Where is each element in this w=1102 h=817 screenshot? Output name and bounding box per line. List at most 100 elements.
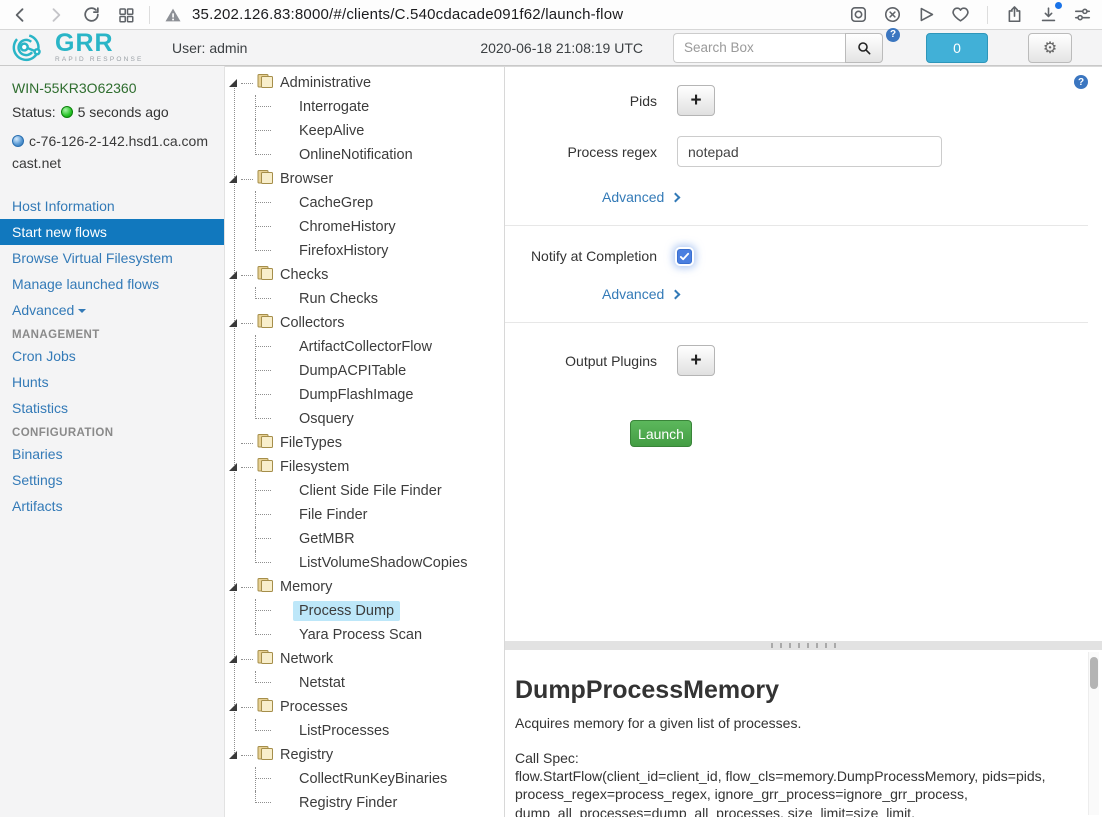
tree-node-collectors[interactable]: Collectors xyxy=(225,311,504,335)
site-warning-icon[interactable] xyxy=(164,6,182,24)
tree-node-client-side-file-finder[interactable]: Client Side File Finder xyxy=(225,479,504,503)
sidebar-item-manage-launched-flows[interactable]: Manage launched flows xyxy=(0,271,224,297)
tree-leaf-label: File Finder xyxy=(299,507,368,523)
sidebar-item-start-new-flows[interactable]: Start new flows xyxy=(0,218,224,245)
sidebar-item-browse-virtual-filesystem[interactable]: Browse Virtual Filesystem xyxy=(0,245,224,271)
tree-node-filetypes[interactable]: FileTypes xyxy=(225,431,504,455)
sidebar-item-binaries[interactable]: Binaries xyxy=(0,441,224,467)
search-input[interactable] xyxy=(673,32,845,63)
tree-connector xyxy=(241,754,253,756)
tree-node-collectrunkeybinaries[interactable]: CollectRunKeyBinaries xyxy=(225,767,504,791)
tree-leaf-label: Registry Finder xyxy=(299,795,398,811)
tree-node-keepalive[interactable]: KeepAlive xyxy=(225,119,504,143)
tree-node-process-dump[interactable]: Process Dump xyxy=(225,599,504,623)
doc-scrollbar-thumb[interactable] xyxy=(1090,657,1098,689)
sidebar-item-settings[interactable]: Settings xyxy=(0,467,224,493)
tree-node-interrogate[interactable]: Interrogate xyxy=(225,95,504,119)
tree-node-dumpacpitable[interactable]: DumpACPITable xyxy=(225,359,504,383)
sidebar-item-statistics[interactable]: Statistics xyxy=(0,395,224,421)
process-regex-input[interactable] xyxy=(677,136,942,167)
sidebar-item-advanced[interactable]: Advanced xyxy=(0,297,224,323)
tree-connector xyxy=(255,407,275,431)
forward-icon[interactable] xyxy=(46,5,66,25)
tree-node-listprocesses[interactable]: ListProcesses xyxy=(225,719,504,743)
search-button[interactable] xyxy=(845,32,883,63)
folder-icon xyxy=(257,73,274,93)
add-pid-button[interactable]: + xyxy=(677,85,715,116)
tree-node-cachegrep[interactable]: CacheGrep xyxy=(225,191,504,215)
pids-label: Pids xyxy=(629,92,657,109)
sidebar-item-artifacts[interactable]: Artifacts xyxy=(0,493,224,519)
tree-expander-icon[interactable] xyxy=(229,175,237,183)
tree-node-artifactcollectorflow[interactable]: ArtifactCollectorFlow xyxy=(225,335,504,359)
tree-expander-icon[interactable] xyxy=(229,703,237,711)
tree-node-firefoxhistory[interactable]: FirefoxHistory xyxy=(225,239,504,263)
tree-node-listvolumeshadowcopies[interactable]: ListVolumeShadowCopies xyxy=(225,551,504,575)
client-name[interactable]: WIN-55KR3O62360 xyxy=(12,80,212,96)
screenshot-icon[interactable] xyxy=(849,5,868,24)
advanced-toggle-2[interactable]: Advanced xyxy=(602,286,712,302)
block-icon[interactable] xyxy=(883,5,902,24)
advanced-toggle[interactable]: Advanced xyxy=(602,189,712,205)
settings-gear-button[interactable]: ⚙ xyxy=(1028,32,1072,63)
downloads-icon[interactable] xyxy=(1039,2,1062,24)
search-help-icon[interactable]: ? xyxy=(886,27,900,42)
launch-button[interactable]: Launch xyxy=(630,420,692,447)
tab-grid-icon[interactable] xyxy=(117,6,135,24)
tree-expander-icon[interactable] xyxy=(229,271,237,279)
tune-icon[interactable] xyxy=(1073,5,1092,24)
tree-folder-label: Memory xyxy=(280,579,333,595)
tree-node-browser[interactable]: Browser xyxy=(225,167,504,191)
tree-node-yara-process-scan[interactable]: Yara Process Scan xyxy=(225,623,504,647)
tree-leaf-label: Process Dump xyxy=(293,601,401,621)
doc-scrollbar[interactable] xyxy=(1088,652,1099,815)
tree-node-chromehistory[interactable]: ChromeHistory xyxy=(225,215,504,239)
grr-logo[interactable]: GRR RAPID RESPONSE xyxy=(10,31,172,64)
tree-expander-icon[interactable] xyxy=(229,583,237,591)
form-help-icon[interactable]: ? xyxy=(1074,75,1088,89)
tree-expander-icon[interactable] xyxy=(229,751,237,759)
tree-node-registry[interactable]: Registry xyxy=(225,743,504,767)
notifications-button[interactable]: 0 xyxy=(926,32,988,63)
tree-node-memory[interactable]: Memory xyxy=(225,575,504,599)
tree-node-onlinenotification[interactable]: OnlineNotification xyxy=(225,143,504,167)
tree-expander-icon[interactable] xyxy=(229,319,237,327)
tree-node-run-checks[interactable]: Run Checks xyxy=(225,287,504,311)
folder-icon xyxy=(257,697,274,717)
sidebar-item-cron-jobs[interactable]: Cron Jobs xyxy=(0,343,224,369)
tree-node-netstat[interactable]: Netstat xyxy=(225,671,504,695)
tree-node-administrative[interactable]: Administrative xyxy=(225,71,504,95)
tree-expander-icon[interactable] xyxy=(229,655,237,663)
sidebar-item-hunts[interactable]: Hunts xyxy=(0,369,224,395)
tree-node-network[interactable]: Network xyxy=(225,647,504,671)
tree-expander-icon[interactable] xyxy=(229,463,237,471)
panel-splitter-handle[interactable] xyxy=(505,641,1102,650)
tree-connector xyxy=(255,95,275,119)
notify-checkbox[interactable] xyxy=(677,248,692,264)
sidebar-item-host-information[interactable]: Host Information xyxy=(0,193,224,219)
tree-node-registry-finder[interactable]: Registry Finder xyxy=(225,791,504,815)
favorite-icon[interactable] xyxy=(951,5,970,24)
tree-node-checks[interactable]: Checks xyxy=(225,263,504,287)
tree-expander-icon[interactable] xyxy=(229,79,237,87)
reload-icon[interactable] xyxy=(82,5,101,24)
flow-tree: Administrative Interrogate KeepAlive Online… xyxy=(225,66,505,817)
download-badge xyxy=(1055,2,1062,9)
globe-icon xyxy=(12,135,24,147)
add-output-plugin-button[interactable]: + xyxy=(677,345,715,376)
tree-folder-label: Registry xyxy=(280,747,334,763)
tree-leaf-label: Netstat xyxy=(299,675,345,691)
tree-node-filesystem[interactable]: Filesystem xyxy=(225,455,504,479)
share-icon[interactable] xyxy=(1005,5,1024,24)
tree-node-getmbr[interactable]: GetMBR xyxy=(225,527,504,551)
send-icon[interactable] xyxy=(917,5,936,24)
tree-node-processes[interactable]: Processes xyxy=(225,695,504,719)
back-icon[interactable] xyxy=(10,5,30,25)
tree-connector xyxy=(255,215,275,239)
tree-node-file-finder[interactable]: File Finder xyxy=(225,503,504,527)
tree-node-osquery[interactable]: Osquery xyxy=(225,407,504,431)
url-bar[interactable]: 35.202.126.83:8000/#/clients/C.540cdacad… xyxy=(192,6,623,23)
tree-leaf-label: ChromeHistory xyxy=(299,219,396,235)
tree-connector xyxy=(241,706,253,708)
tree-node-dumpflashimage[interactable]: DumpFlashImage xyxy=(225,383,504,407)
